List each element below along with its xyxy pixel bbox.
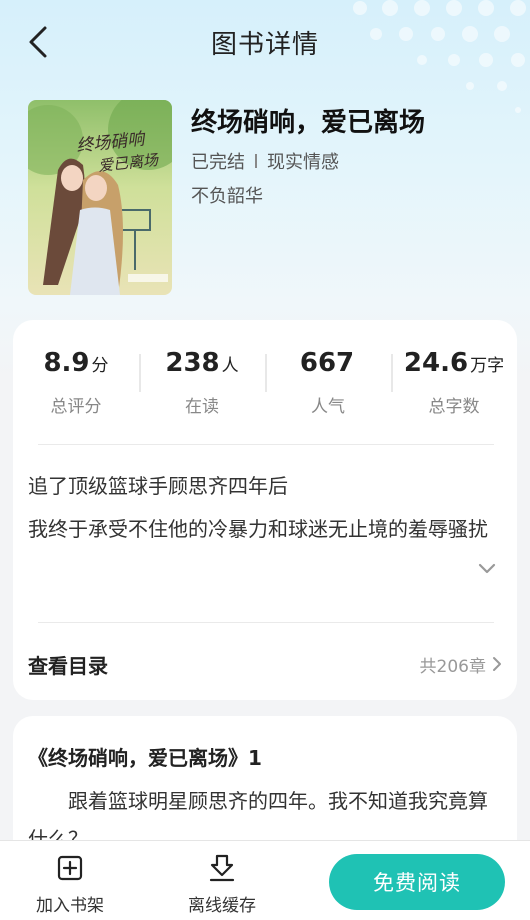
book-description[interactable]: 追了顶级篮球手顾思齐四年后 我终于承受不住他的冷暴力和球迷无止境的羞辱骚扰 <box>28 465 498 551</box>
stat-word-count: 24.6 万字 总字数 <box>391 346 517 420</box>
description-line: 追了顶级篮球手顾思齐四年后 <box>28 474 288 498</box>
stat-label: 总字数 <box>428 397 480 417</box>
book-summary-card: 8.9 分 总评分 238 人 在读 667 人气 24.6 万字 总字数 追了顶级篮… <box>13 320 517 700</box>
offline-cache-label: 离线缓存 <box>188 896 256 916</box>
page-title: 图书详情 <box>210 30 319 60</box>
download-icon <box>209 854 235 882</box>
toc-count-text: 共206章 <box>419 656 486 677</box>
book-status: 已完结 <box>191 152 245 173</box>
stat-value: 667 <box>299 348 355 378</box>
table-of-contents-row[interactable]: 查看目录 共206章 <box>28 644 504 684</box>
divider <box>38 622 494 623</box>
book-meta: 已完结 现实情感 <box>191 148 339 174</box>
stat-label: 总评分 <box>50 397 102 417</box>
stat-unit: 人 <box>221 356 239 376</box>
book-title: 终场硝响，爱已离场 <box>191 108 426 138</box>
description-line: 我终于承受不住他的冷暴力和球迷无止境的羞辱骚扰 <box>28 517 488 541</box>
toc-label: 查看目录 <box>28 653 108 678</box>
book-info: 终场硝响 爱已离场 终场硝响，爱已离场 已完结 现实情感 不负韶华 <box>28 100 508 296</box>
stat-readers: 238 人 在读 <box>139 346 265 420</box>
bottom-action-bar: 加入书架 离线缓存 免费阅读 <box>0 840 530 920</box>
book-cover[interactable]: 终场硝响 爱已离场 <box>28 100 172 295</box>
divider <box>38 444 494 445</box>
stat-label: 在读 <box>185 397 219 417</box>
toc-chapter-count: 共206章 <box>420 652 504 677</box>
stat-value: 238 <box>165 348 220 378</box>
stat-rating: 8.9 分 总评分 <box>13 346 139 420</box>
book-author: 不负韶华 <box>191 186 263 207</box>
add-to-shelf-button[interactable]: 加入书架 <box>15 853 125 916</box>
offline-cache-button[interactable]: 离线缓存 <box>167 853 277 916</box>
chevron-right-icon <box>493 657 501 671</box>
read-free-button[interactable]: 免费阅读 <box>329 854 505 910</box>
header: 图书详情 <box>0 0 530 82</box>
meta-separator <box>255 154 257 168</box>
add-box-icon <box>57 855 83 881</box>
stats-row: 8.9 分 总评分 238 人 在读 667 人气 24.6 万字 总字数 <box>13 346 517 420</box>
stat-label: 人气 <box>311 397 345 417</box>
stat-unit: 分 <box>91 356 109 376</box>
chapter-title: 《终场硝响，爱已离场》1 <box>28 746 262 770</box>
stat-value: 8.9 <box>43 348 90 378</box>
book-category: 现实情感 <box>267 152 339 173</box>
stat-popularity: 667 人气 <box>265 346 391 420</box>
add-to-shelf-label: 加入书架 <box>36 896 104 916</box>
stat-value: 24.6 <box>403 348 469 378</box>
stat-unit: 万字 <box>470 356 505 376</box>
chevron-down-icon[interactable] <box>477 558 497 578</box>
